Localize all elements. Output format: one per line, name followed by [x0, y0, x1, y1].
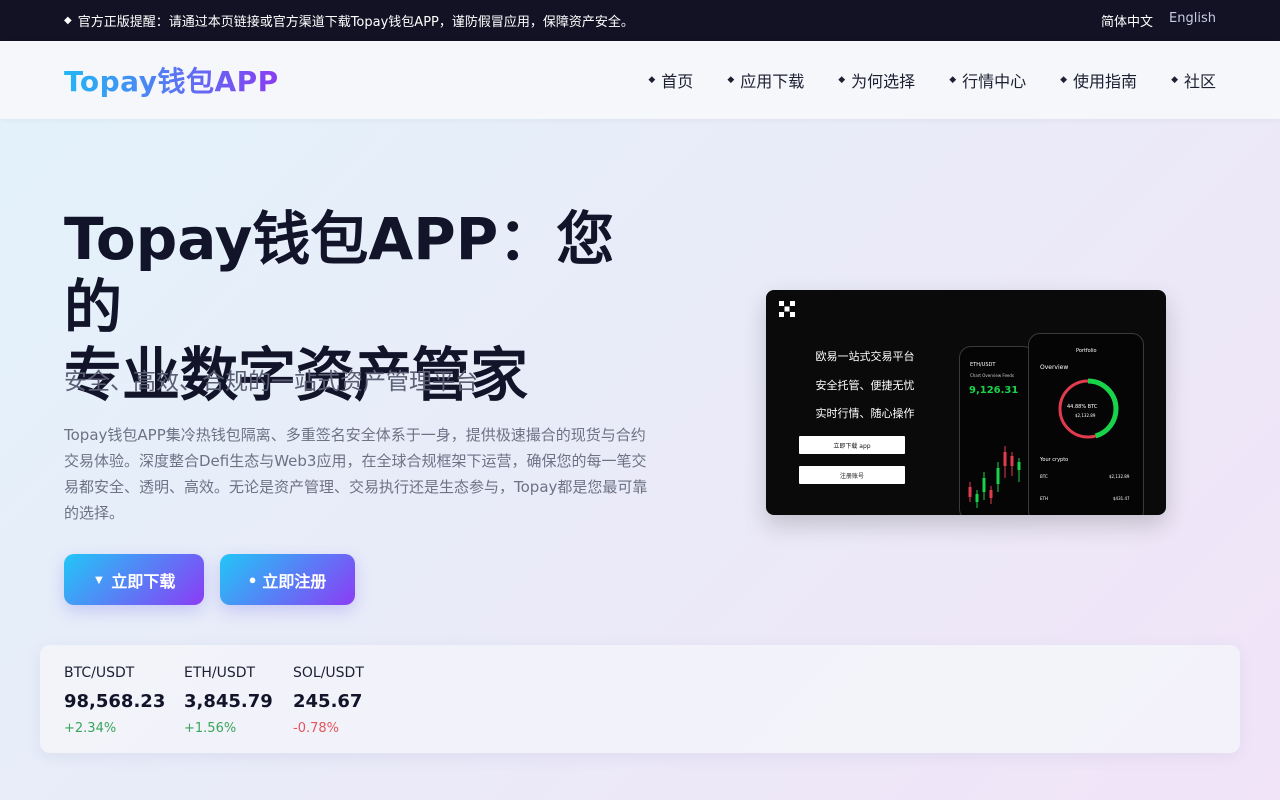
nav-label: 行情中心 — [962, 72, 1027, 91]
main-nav: ◆ 首页 ◆ 应用下载 ◆ 为何选择 ◆ 行情中心 ◆ 使用指南 ◆ 社区 — [648, 68, 1216, 92]
top-notice-bar: ◆ 官方正版提醒：请通过本页链接或官方渠道下载Topay钱包APP，谨防假冒应用… — [0, 0, 1280, 41]
dot-icon: ● — [248, 572, 257, 587]
ticker-change: +1.56% — [184, 721, 237, 736]
promo-download-button: 立即下载 app — [799, 436, 905, 454]
crypto-row-btc-value: $2,132.89 — [1109, 474, 1130, 479]
hero-subtitle: 安全、高效、合规的一站式资产管理平台 — [64, 369, 478, 395]
nav-item-why[interactable]: ◆ 为何选择 — [838, 68, 915, 92]
market-ticker-panel: BTC/USDT 98,568.23 +2.34% ETH/USDT 3,845… — [40, 645, 1240, 753]
promo-line-3: 实时行情、随心操作 — [815, 407, 915, 420]
lang-zh-link[interactable]: 简体中文 — [1101, 11, 1153, 30]
site-logo[interactable]: Topay钱包APP — [64, 60, 279, 100]
register-button-label: 立即注册 — [262, 573, 327, 591]
register-button[interactable]: ● 立即注册 — [220, 554, 355, 605]
ticker-price: 245.67 — [293, 691, 363, 712]
nav-label: 首页 — [661, 72, 694, 91]
okx-logo-icon — [779, 301, 795, 317]
promo-line-2: 安全托管、便捷无忧 — [815, 379, 915, 392]
diamond-icon: ◆ — [1060, 74, 1068, 85]
nav-item-home[interactable]: ◆ 首页 — [648, 68, 693, 92]
ticker-item-eth[interactable]: ETH/USDT 3,845.79 +1.56% — [184, 665, 273, 736]
nav-label: 应用下载 — [740, 72, 805, 91]
diamond-icon: ◆ — [64, 14, 72, 26]
diamond-icon: ◆ — [838, 74, 846, 85]
promo-line-1: 欧易一站式交易平台 — [815, 350, 915, 363]
diamond-icon: ◆ — [1171, 74, 1178, 85]
ticker-price: 98,568.23 — [64, 691, 166, 712]
crypto-row-btc: BTC — [1040, 474, 1048, 479]
nav-label: 为何选择 — [851, 72, 916, 91]
nav-item-market[interactable]: ◆ 行情中心 — [949, 68, 1026, 92]
portfolio-overview: Overview — [1040, 364, 1069, 371]
triangle-down-icon: ▼ — [92, 572, 106, 587]
phone-pair: ETH/USDT — [970, 362, 996, 368]
phone-mockup-portfolio: Portfolio Overview 44.88% BTC $2,132.89 … — [1028, 333, 1144, 515]
nav-item-download[interactable]: ◆ 应用下载 — [727, 68, 804, 92]
download-button[interactable]: ▼ 立即下载 — [64, 554, 204, 605]
app-promo-image: 欧易一站式交易平台 安全托管、便捷无忧 实时行情、随心操作 立即下载 app 注… — [766, 290, 1166, 515]
your-crypto-label: Your crypto — [1040, 457, 1069, 463]
nav-label: 社区 — [1183, 72, 1216, 91]
site-header: Topay钱包APP ◆ 首页 ◆ 应用下载 ◆ 为何选择 ◆ 行情中心 ◆ 使… — [0, 41, 1280, 119]
ticker-item-sol[interactable]: SOL/USDT 245.67 -0.78% — [293, 665, 364, 736]
diamond-icon: ◆ — [949, 74, 957, 85]
crypto-row-eth-value: $431.47 — [1113, 496, 1130, 501]
phone-tabs: Chart Overview Feeds — [970, 373, 1014, 378]
promo-register-button: 注册账号 — [799, 466, 905, 484]
ticker-item-btc[interactable]: BTC/USDT 98,568.23 +2.34% — [64, 665, 165, 736]
candlestick-chart-icon — [968, 446, 1021, 508]
ticker-change: +2.34% — [64, 721, 117, 736]
ticker-change: -0.78% — [293, 721, 339, 736]
notice-text: 官方正版提醒：请通过本页链接或官方渠道下载Topay钱包APP，谨防假冒应用，保… — [77, 15, 634, 30]
phone-price: 9,126.31 — [969, 385, 1019, 396]
phone-mockup-trading: ETH/USDT Chart Overview Feeds 9,126.31 — [959, 346, 1035, 515]
ticker-pair: ETH/USDT — [184, 665, 256, 681]
ring-percent: 44.88% BTC — [1067, 404, 1098, 410]
language-switcher: 简体中文 English — [1101, 11, 1216, 30]
lang-en-link[interactable]: English — [1169, 11, 1216, 30]
ticker-pair: SOL/USDT — [293, 665, 364, 681]
hero-title-line1: Topay钱包APP：您的 — [64, 205, 615, 341]
portfolio-title: Portfolio — [1076, 348, 1097, 354]
nav-item-community[interactable]: ◆ 社区 — [1171, 68, 1216, 92]
crypto-row-eth: ETH — [1040, 496, 1048, 501]
ring-value: $2,132.89 — [1075, 413, 1096, 418]
nav-label: 使用指南 — [1073, 72, 1138, 91]
diamond-icon: ◆ — [727, 74, 735, 85]
diamond-icon: ◆ — [648, 74, 656, 85]
hero-description: Topay钱包APP集冷热钱包隔离、多重签名安全体系于一身，提供极速撮合的现货与… — [64, 426, 648, 522]
ticker-price: 3,845.79 — [184, 691, 273, 712]
ticker-pair: BTC/USDT — [64, 665, 135, 681]
official-notice: ◆ 官方正版提醒：请通过本页链接或官方渠道下载Topay钱包APP，谨防假冒应用… — [64, 11, 634, 30]
download-button-label: 立即下载 — [111, 573, 176, 591]
nav-item-guide[interactable]: ◆ 使用指南 — [1060, 68, 1137, 92]
